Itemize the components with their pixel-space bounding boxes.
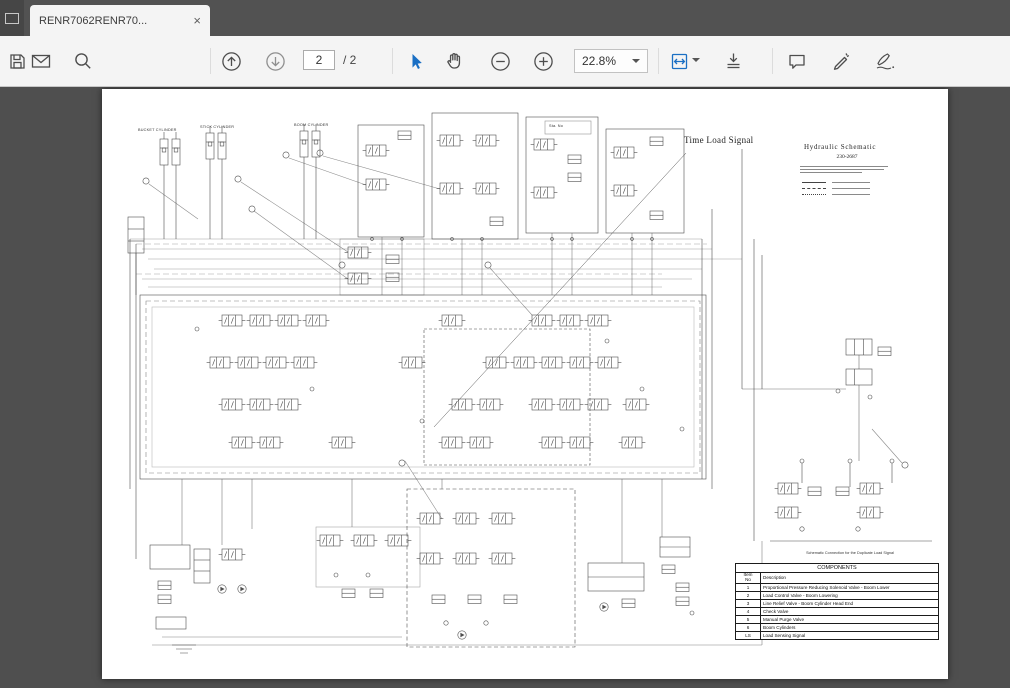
plus-circle-icon: [533, 51, 554, 72]
fit-page-button[interactable]: [668, 51, 690, 71]
page-count-label: / 2: [343, 53, 356, 67]
email-icon: [31, 53, 51, 69]
zoom-level-value: 22.8%: [582, 54, 616, 68]
hand-tool-button[interactable]: [444, 51, 466, 71]
document-tab-title: RENR7062RENR70...: [39, 15, 187, 27]
scroll-mode-icon: [724, 51, 743, 71]
zoom-level-dropdown[interactable]: 22.8%: [574, 49, 648, 73]
pencil-icon: [831, 51, 851, 71]
toolbar-separator: [210, 48, 211, 74]
window-glyph-icon: [5, 13, 19, 24]
next-page-button[interactable]: [264, 51, 286, 71]
table-row: 3 Line Relief Valve - Boom Cylinder Head…: [736, 600, 938, 608]
arrow-down-circle-icon: [265, 51, 286, 72]
main-toolbar: / 2 22.8%: [0, 36, 1010, 87]
previous-page-button[interactable]: [220, 51, 242, 71]
sign-pen-icon: [874, 51, 896, 71]
callout-markers: [143, 150, 908, 468]
minus-circle-icon: [490, 51, 511, 72]
toolbar-separator: [392, 48, 393, 74]
schematic-number: 230-2687: [804, 154, 890, 160]
boom-cylinder-label: BOOM CYLINDER: [294, 123, 328, 127]
toolbar-separator: [772, 48, 773, 74]
select-tool-button[interactable]: [404, 51, 426, 71]
arrow-up-circle-icon: [221, 51, 242, 72]
search-icon: [73, 51, 93, 71]
components-table: COMPONENTS Item No Description 1 Proport…: [735, 563, 939, 640]
pdf-page: BUCKET CYLINDER STICK CYLINDER BOOM CYLI…: [102, 89, 948, 679]
time-load-signal-label: Time Load Signal: [684, 135, 753, 145]
highlight-button[interactable]: [830, 51, 852, 71]
hand-icon: [445, 51, 465, 71]
bucket-cylinder-label: BUCKET CYLINDER: [138, 128, 177, 132]
zoom-in-button[interactable]: [532, 51, 554, 71]
document-tab[interactable]: RENR7062RENR70... ×: [30, 5, 210, 36]
fit-page-dropdown-icon[interactable]: [692, 58, 700, 62]
sta-no-label: Sta. No: [549, 124, 563, 128]
table-row: LS Load Sensing Signal: [736, 632, 938, 639]
duplicate-diagram-caption: Schematic Connection for the Duplicate L…: [748, 551, 952, 555]
email-button[interactable]: [30, 51, 52, 71]
components-table-title: COMPONENTS: [736, 564, 938, 573]
components-table-header: Item No Description: [736, 573, 938, 584]
page-number-input[interactable]: [303, 50, 335, 70]
table-row: 6 Boom Cylinders: [736, 624, 938, 632]
table-row: 1 Proportional Pressure Reducing Solenoi…: [736, 584, 938, 592]
table-row: 5 Manual Purge Valve: [736, 616, 938, 624]
app-window-icon[interactable]: [0, 0, 24, 36]
table-row: 2 Load Control Valve - Boom Lowering: [736, 592, 938, 600]
comment-bubble-icon: [787, 52, 807, 71]
schematic-title: Hydraulic Schematic: [804, 143, 876, 151]
toolbar-separator: [658, 48, 659, 74]
comment-button[interactable]: [786, 51, 808, 71]
save-button[interactable]: [6, 51, 28, 71]
close-tab-icon[interactable]: ×: [193, 14, 201, 27]
save-icon: [8, 52, 27, 71]
stick-cylinder-label: STICK CYLINDER: [200, 125, 234, 129]
fit-width-icon: [670, 52, 689, 71]
search-button[interactable]: [72, 51, 94, 71]
chevron-down-icon: [632, 59, 640, 63]
pdf-reader-window: { "tabbar": { "tab_title": "RENR7062RENR…: [0, 0, 1010, 688]
tab-bar: RENR7062RENR70... ×: [0, 0, 1010, 36]
document-viewport[interactable]: BUCKET CYLINDER STICK CYLINDER BOOM CYLI…: [0, 87, 1010, 688]
table-row: 4 Check Valve: [736, 608, 938, 616]
zoom-out-button[interactable]: [489, 51, 511, 71]
fill-sign-button[interactable]: [874, 51, 896, 71]
pointer-arrow-icon: [406, 52, 425, 71]
page-display-button[interactable]: [722, 51, 744, 71]
